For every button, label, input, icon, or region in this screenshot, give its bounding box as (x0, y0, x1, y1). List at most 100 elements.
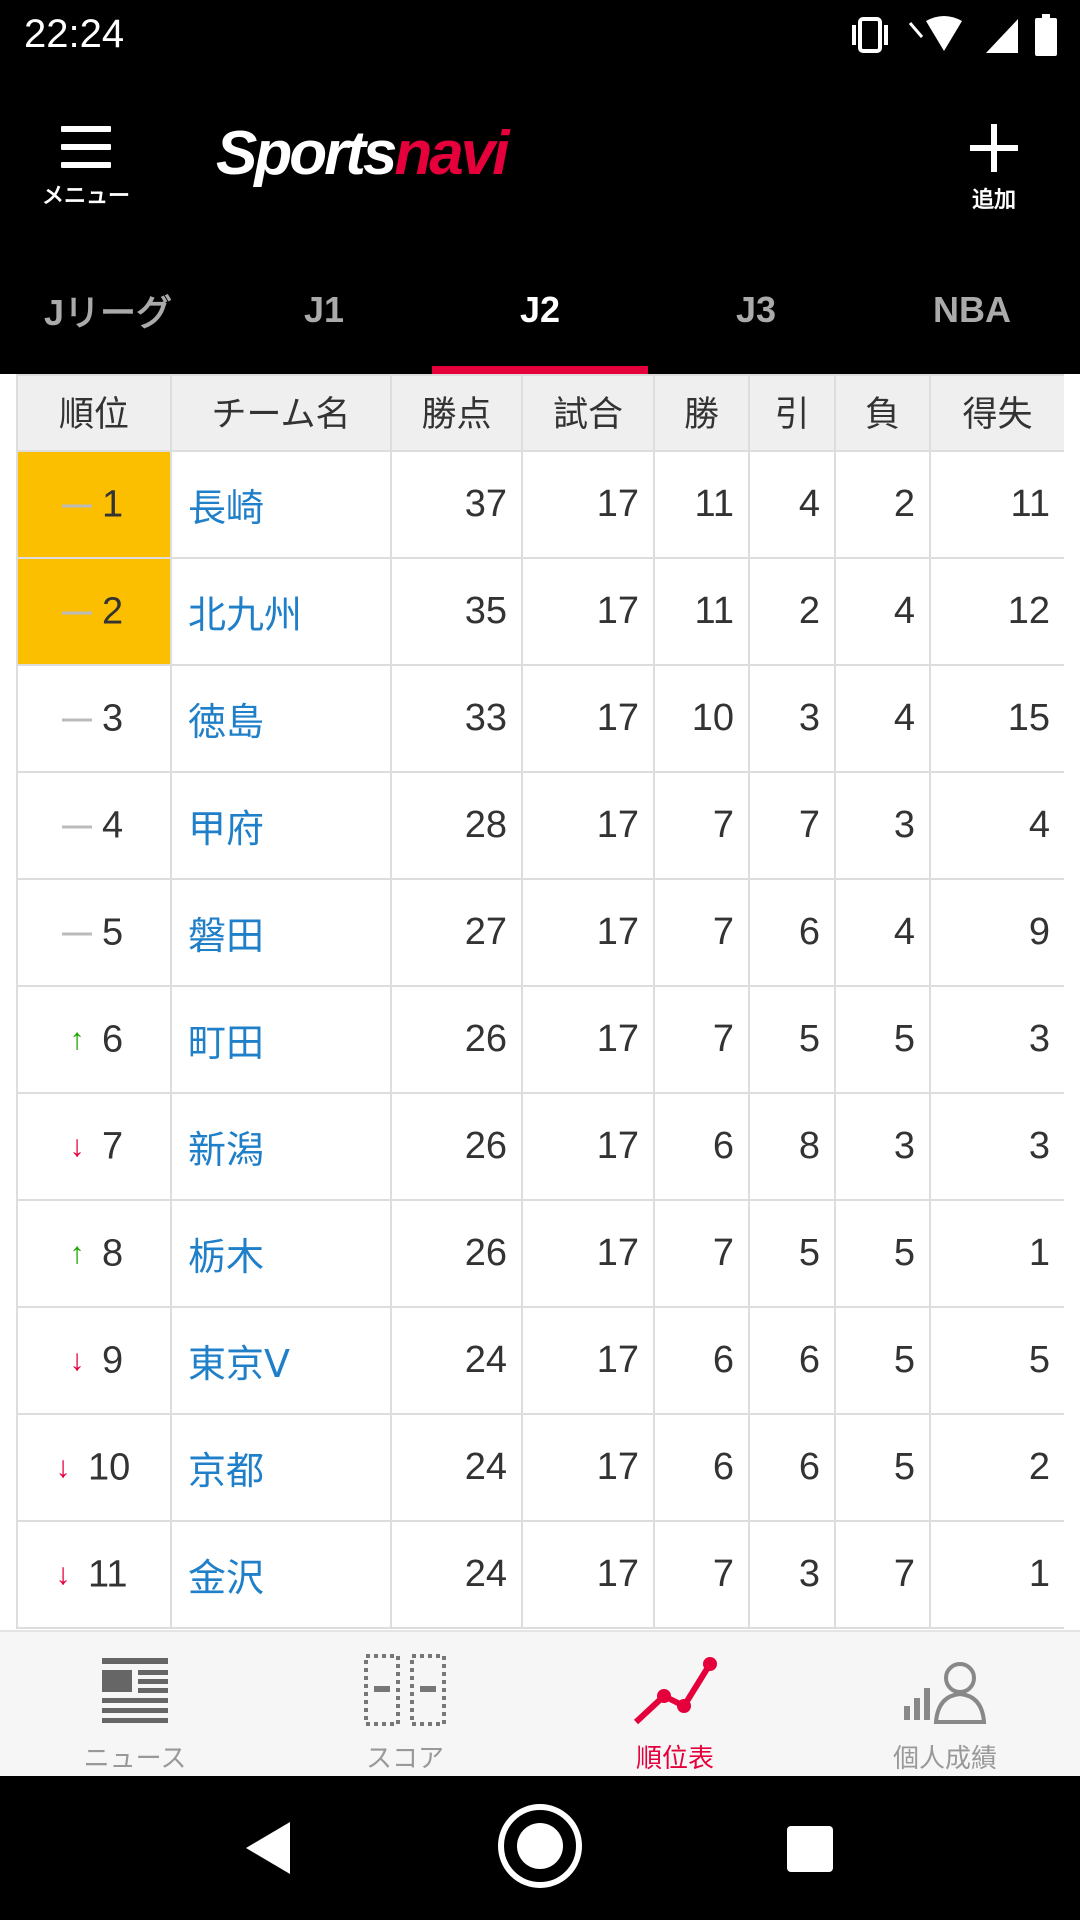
wins-cell: 6 (653, 1306, 750, 1415)
table-row[interactable]: ↓ 9 東京V 24 17 6 6 5 5 (16, 1306, 1064, 1415)
points-cell: 26 (390, 985, 523, 1094)
add-button[interactable]: 追加 (944, 124, 1044, 214)
points-cell: 28 (390, 771, 523, 880)
table-header-row: 順位 チーム名 勝点 試合 勝 引 負 得失 (16, 374, 1064, 452)
table-row[interactable]: —1 長崎 37 17 11 4 2 11 (16, 450, 1064, 559)
table-row[interactable]: ↑ 6 町田 26 17 7 5 5 3 (16, 985, 1064, 1094)
nav-news[interactable]: ニュース (0, 1632, 270, 1778)
games-cell: 17 (521, 1306, 655, 1415)
tab-jleague[interactable]: Jリーグ (0, 256, 216, 374)
table-row[interactable]: ↑ 8 栃木 26 17 7 5 5 1 (16, 1199, 1064, 1308)
wins-cell: 7 (653, 985, 750, 1094)
table-row[interactable]: ↓ 11 金沢 24 17 7 3 7 1 (16, 1520, 1064, 1629)
losses-cell: 4 (834, 664, 931, 773)
goal-diff-cell: 1 (929, 1199, 1064, 1308)
points-cell: 26 (390, 1199, 523, 1308)
down-arrow-icon: ↓ (55, 1558, 71, 1592)
menu-button[interactable]: メニュー (36, 120, 136, 216)
status-bar: 22:24 (0, 0, 1080, 74)
rank-number: 3 (102, 697, 124, 740)
games-cell: 17 (521, 664, 655, 773)
team-name-link[interactable]: 長崎 (170, 450, 392, 559)
team-name-link[interactable]: 町田 (170, 985, 392, 1094)
back-icon[interactable] (244, 1820, 292, 1876)
team-name-link[interactable]: 北九州 (170, 557, 392, 666)
logo-text-navi: navi (394, 119, 509, 188)
tab-j2[interactable]: J2 (432, 256, 648, 374)
score-icon (364, 1654, 446, 1726)
nav-news-label: ニュース (83, 1744, 187, 1774)
up-arrow-icon: ↑ (69, 1023, 85, 1057)
team-name-link[interactable]: 金沢 (170, 1520, 392, 1629)
team-name-link[interactable]: 東京V (170, 1306, 392, 1415)
losses-cell: 4 (834, 557, 931, 666)
rank-cell: ↓ 11 (16, 1520, 172, 1629)
down-arrow-icon: ↓ (69, 1130, 85, 1164)
team-name-link[interactable]: 栃木 (170, 1199, 392, 1308)
header-team: チーム名 (170, 374, 392, 452)
no-change-icon: — (62, 809, 92, 843)
table-row[interactable]: ↓ 7 新潟 26 17 6 8 3 3 (16, 1092, 1064, 1201)
games-cell: 17 (521, 1199, 655, 1308)
points-cell: 27 (390, 878, 523, 987)
header-losses: 負 (834, 374, 931, 452)
down-arrow-icon: ↓ (69, 1344, 85, 1378)
rank-number: 8 (102, 1232, 124, 1275)
system-nav-bar (0, 1776, 1080, 1920)
draws-cell: 2 (748, 557, 836, 666)
games-cell: 17 (521, 1092, 655, 1201)
wins-cell: 11 (653, 557, 750, 666)
standings-table: 順位 チーム名 勝点 試合 勝 引 負 得失 —1 長崎 37 17 11 4 2 11—2 北… (16, 374, 1064, 1629)
wins-cell: 10 (653, 664, 750, 773)
wins-cell: 6 (653, 1092, 750, 1201)
tab-j3[interactable]: J3 (648, 256, 864, 374)
bottom-nav: ニュース スコア 順位表 個人成績 (0, 1630, 1080, 1776)
team-name-link[interactable]: 徳島 (170, 664, 392, 773)
rank-cell: —3 (16, 664, 172, 773)
points-cell: 35 (390, 557, 523, 666)
player-stats-icon (904, 1662, 987, 1724)
table-row[interactable]: ↓ 10 京都 24 17 6 6 5 2 (16, 1413, 1064, 1522)
wins-cell: 7 (653, 1199, 750, 1308)
goal-diff-cell: 3 (929, 1092, 1064, 1201)
rank-cell: —2 (16, 557, 172, 666)
rank-number: 6 (102, 1018, 124, 1061)
team-name-link[interactable]: 新潟 (170, 1092, 392, 1201)
draws-cell: 7 (748, 771, 836, 880)
games-cell: 17 (521, 878, 655, 987)
recent-apps-icon[interactable] (787, 1826, 833, 1872)
nav-player-stats[interactable]: 個人成績 (810, 1632, 1080, 1778)
goal-diff-cell: 5 (929, 1306, 1064, 1415)
tab-nba[interactable]: NBA (864, 256, 1080, 374)
nav-standings[interactable]: 順位表 (540, 1632, 810, 1778)
sportsnavi-logo[interactable]: Sportsnavi (216, 118, 509, 189)
goal-diff-cell: 3 (929, 985, 1064, 1094)
table-row[interactable]: —5 磐田 27 17 7 6 4 9 (16, 878, 1064, 987)
losses-cell: 5 (834, 1413, 931, 1522)
table-row[interactable]: —4 甲府 28 17 7 7 3 4 (16, 771, 1064, 880)
battery-icon (1035, 14, 1057, 56)
tab-j1[interactable]: J1 (216, 256, 432, 374)
draws-cell: 6 (748, 1306, 836, 1415)
rank-number: 11 (88, 1553, 128, 1596)
team-name-link[interactable]: 甲府 (170, 771, 392, 880)
rank-number: 4 (102, 804, 124, 847)
games-cell: 17 (521, 771, 655, 880)
home-icon[interactable] (498, 1804, 582, 1888)
games-cell: 17 (521, 1413, 655, 1522)
wins-cell: 7 (653, 771, 750, 880)
rank-cell: —1 (16, 450, 172, 559)
losses-cell: 5 (834, 1306, 931, 1415)
no-change-icon: — (62, 702, 92, 736)
rank-number: 5 (102, 911, 124, 954)
rank-cell: —4 (16, 771, 172, 880)
rank-number: 1 (102, 483, 124, 526)
nav-score[interactable]: スコア (270, 1632, 540, 1778)
standings-table-container[interactable]: 順位 チーム名 勝点 試合 勝 引 負 得失 —1 長崎 37 17 11 4 2 11—2 北… (16, 374, 1064, 1630)
team-name-link[interactable]: 磐田 (170, 878, 392, 987)
add-label: 追加 (971, 188, 1016, 213)
header-rank: 順位 (16, 374, 172, 452)
table-row[interactable]: —3 徳島 33 17 10 3 4 15 (16, 664, 1064, 773)
table-row[interactable]: —2 北九州 35 17 11 2 4 12 (16, 557, 1064, 666)
team-name-link[interactable]: 京都 (170, 1413, 392, 1522)
